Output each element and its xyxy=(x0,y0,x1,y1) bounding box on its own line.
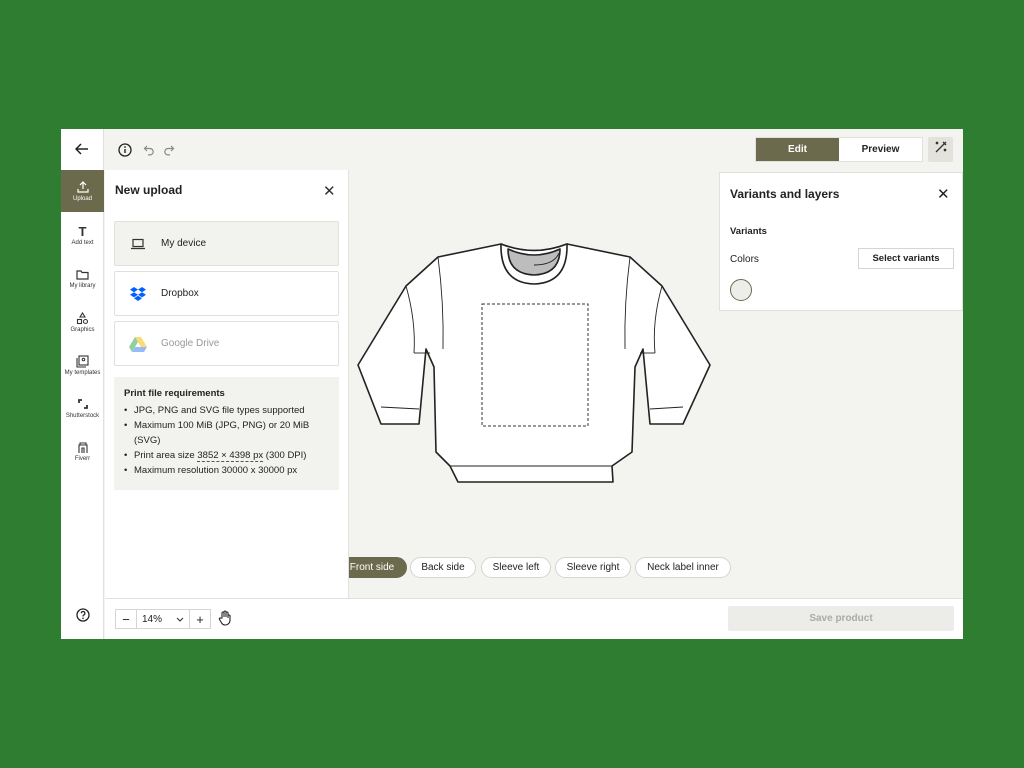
requirement-item: Maximum 100 MiB (JPG, PNG) or 20 MiB (SV… xyxy=(124,418,329,448)
upload-panel: New upload ✕ My device Dropbox Google Dr… xyxy=(105,170,349,598)
folder-icon xyxy=(76,267,89,281)
print-area-suffix: (300 DPI) xyxy=(263,450,307,461)
mode-toggle: Edit Preview xyxy=(755,137,923,162)
rail-label: Shutterstock xyxy=(65,413,100,419)
tab-sleeve-right[interactable]: Sleeve right xyxy=(555,557,631,578)
preview-button[interactable]: Preview xyxy=(839,138,922,161)
tools-button[interactable] xyxy=(928,137,953,162)
tab-front-side[interactable]: Front side xyxy=(349,557,407,578)
variants-heading: Variants xyxy=(730,226,767,237)
rail-item-add-text[interactable]: T Add text xyxy=(61,214,104,256)
back-button[interactable] xyxy=(61,129,104,170)
source-my-device[interactable]: My device xyxy=(114,221,339,266)
text-icon: T xyxy=(78,223,87,239)
help-icon xyxy=(75,607,90,627)
templates-icon xyxy=(76,354,89,368)
requirement-item: Maximum resolution 30000 x 30000 px xyxy=(124,463,329,478)
rail-item-my-library[interactable]: My library xyxy=(61,257,104,299)
zoom-in-button[interactable]: + xyxy=(190,612,210,627)
close-icon[interactable]: ✕ xyxy=(937,185,950,203)
print-area-value[interactable]: 3852 × 4398 px xyxy=(197,450,264,462)
undo-icon[interactable] xyxy=(143,143,155,161)
dropbox-icon xyxy=(115,286,161,302)
source-label: My device xyxy=(161,238,207,249)
info-icon[interactable] xyxy=(118,143,132,162)
tool-rail: Upload T Add text My library Graphics My… xyxy=(61,170,104,639)
editor-window: Edit Preview Upload T Add text My librar… xyxy=(61,129,963,639)
zoom-control: − 14% + xyxy=(115,609,211,629)
garment-canvas[interactable] xyxy=(356,241,712,492)
variants-panel-title: Variants and layers xyxy=(730,187,840,201)
variants-panel: Variants and layers ✕ Variants Colors Se… xyxy=(719,172,963,311)
rail-item-fiverr[interactable]: Fiverr xyxy=(61,430,104,472)
view-tabs: Front side Back side Sleeve left Sleeve … xyxy=(349,557,963,579)
close-icon[interactable]: ✕ xyxy=(323,182,336,200)
laptop-icon xyxy=(115,238,161,250)
source-label: Dropbox xyxy=(161,288,199,299)
hand-icon[interactable] xyxy=(218,610,232,631)
source-google-drive[interactable]: Google Drive xyxy=(114,321,339,366)
select-variants-button[interactable]: Select variants xyxy=(858,248,954,269)
panel-title: New upload xyxy=(115,183,183,197)
rail-label: My templates xyxy=(64,370,101,376)
rail-label: Fiverr xyxy=(74,456,91,462)
rail-label: Add text xyxy=(71,240,94,246)
shutterstock-icon xyxy=(77,397,89,411)
rail-label: Upload xyxy=(72,196,92,202)
rail-label: Graphics xyxy=(70,327,95,333)
rail-item-my-templates[interactable]: My templates xyxy=(61,344,104,386)
redo-icon[interactable] xyxy=(163,143,175,161)
edit-button[interactable]: Edit xyxy=(756,138,839,161)
zoom-out-button[interactable]: − xyxy=(116,612,136,627)
arrow-left-icon xyxy=(74,140,89,160)
rail-item-upload[interactable]: Upload xyxy=(61,170,104,212)
requirement-item: Print area size 3852 × 4398 px (300 DPI) xyxy=(124,448,329,463)
top-bar: Edit Preview xyxy=(61,129,963,170)
print-requirements: Print file requirements JPG, PNG and SVG… xyxy=(114,377,339,490)
chevron-down-icon xyxy=(176,614,184,625)
fiverr-icon xyxy=(77,440,89,454)
color-swatch[interactable] xyxy=(730,279,752,301)
upload-icon xyxy=(76,180,89,194)
tab-back-side[interactable]: Back side xyxy=(410,557,476,578)
bottom-bar: − 14% + Save product xyxy=(105,598,963,639)
source-label: Google Drive xyxy=(161,338,220,349)
colors-label: Colors xyxy=(730,254,759,265)
source-dropbox[interactable]: Dropbox xyxy=(114,271,339,316)
tab-sleeve-left[interactable]: Sleeve left xyxy=(481,557,551,578)
tab-neck-label-inner[interactable]: Neck label inner xyxy=(635,557,731,578)
print-area-prefix: Print area size xyxy=(134,450,198,461)
save-product-button[interactable]: Save product xyxy=(728,606,954,631)
shapes-icon xyxy=(76,311,89,325)
requirement-item: JPG, PNG and SVG file types supported xyxy=(124,403,329,418)
help-button[interactable] xyxy=(61,595,104,639)
rail-item-graphics[interactable]: Graphics xyxy=(61,301,104,343)
rail-item-shutterstock[interactable]: Shutterstock xyxy=(61,387,104,429)
magic-wand-icon xyxy=(934,140,948,159)
zoom-value: 14% xyxy=(142,613,163,625)
google-drive-icon xyxy=(115,336,161,352)
requirements-title: Print file requirements xyxy=(124,388,225,399)
zoom-select[interactable]: 14% xyxy=(136,610,190,628)
rail-label: My library xyxy=(69,283,96,289)
